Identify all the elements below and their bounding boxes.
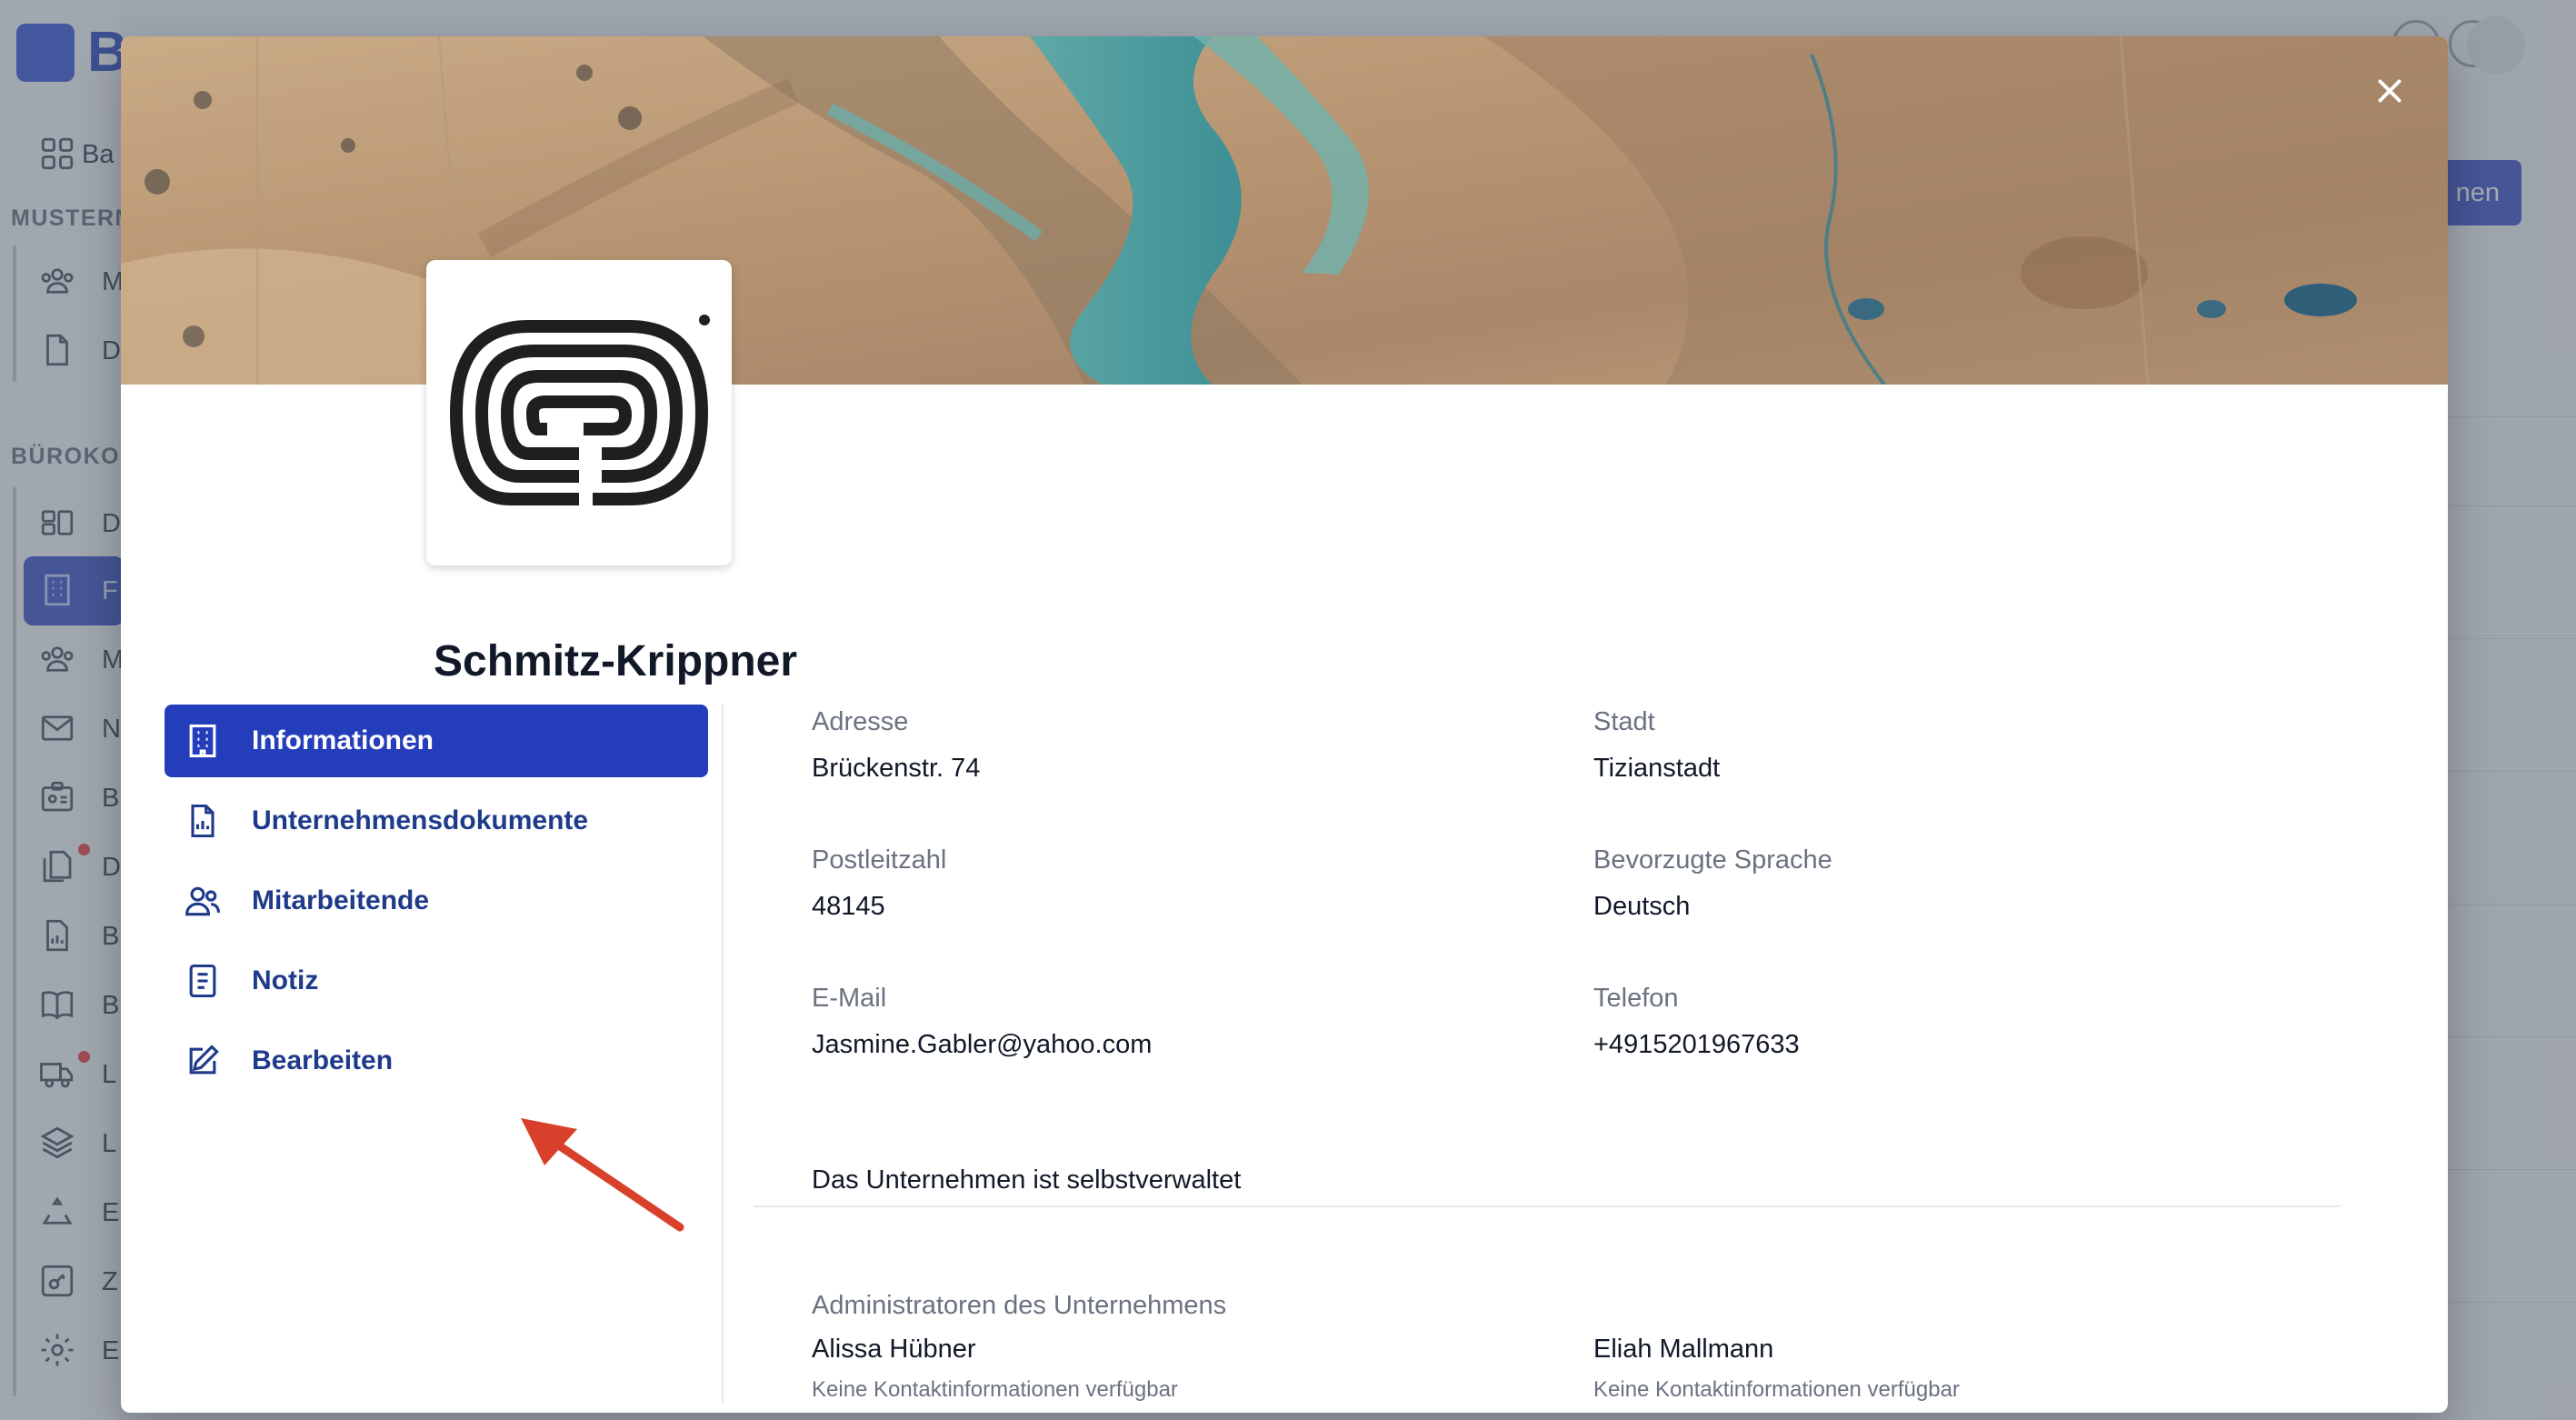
annotation-arrow-icon [521, 1118, 684, 1232]
field-value[interactable]: +4915201967633 [1593, 1030, 1800, 1060]
field-label: Bevorzugte Sprache [1593, 845, 1832, 875]
field-value: 48145 [812, 892, 885, 921]
tab-label: Bearbeiten [252, 1045, 394, 1075]
admins-heading: Administratoren des Unternehmens [812, 1291, 1227, 1320]
self-managed-note: Das Unternehmen ist selbstverwaltet [812, 1165, 1242, 1195]
admin-entry: Eliah Mallmann Keine Kontaktinformatione… [1593, 1335, 1960, 1403]
postal-code-field: Postleitzahl 48145 [812, 845, 946, 922]
address-field: Adresse Brückenstr. 74 [812, 707, 980, 784]
field-label: Adresse [812, 707, 909, 736]
edit-icon [183, 1041, 223, 1081]
page-title: Schmitz-Krippner [434, 637, 798, 685]
field-label: Postleitzahl [812, 845, 947, 875]
tab-label: Mitarbeitende [252, 885, 430, 915]
admin-entry: Alissa Hübner Keine Kontaktinformationen… [812, 1335, 1178, 1403]
tab-label: Unternehmensdokumente [252, 805, 589, 835]
vertical-divider [722, 705, 724, 1403]
building-icon [183, 721, 223, 761]
close-button[interactable] [2364, 65, 2415, 116]
note-icon [183, 961, 223, 1001]
field-value[interactable]: Jasmine.Gabler@yahoo.com [812, 1030, 1152, 1060]
field-label: Stadt [1593, 707, 1655, 736]
company-logo [426, 260, 732, 565]
admin-name: Alissa Hübner [812, 1335, 976, 1364]
city-field: Stadt Tizianstadt [1593, 707, 1720, 784]
document-icon [183, 801, 223, 841]
admin-contact: Keine Kontaktinformationen verfügbar [1593, 1377, 1960, 1402]
field-value: Tizianstadt [1593, 754, 1721, 783]
users-icon [183, 881, 223, 921]
tab-informationen[interactable]: Informationen [165, 705, 708, 777]
tab-mitarbeitende[interactable]: Mitarbeitende [165, 865, 708, 937]
tab-unternehmensdokumente[interactable]: Unternehmensdokumente [165, 785, 708, 857]
close-icon [2378, 79, 2401, 103]
field-value: Deutsch [1593, 892, 1691, 921]
phone-field: Telefon +4915201967633 [1593, 984, 1800, 1060]
field-label: E-Mail [812, 984, 887, 1013]
field-value: Brückenstr. 74 [812, 754, 981, 783]
field-label: Telefon [1593, 984, 1679, 1013]
detail-side-nav: Informationen Unternehmensdokumente Mita… [165, 705, 708, 1105]
tab-bearbeiten[interactable]: Bearbeiten [165, 1025, 708, 1097]
tab-notiz[interactable]: Notiz [165, 945, 708, 1017]
section-divider [754, 1205, 2341, 1207]
company-detail-modal: Schmitz-Krippner Informationen Unternehm… [121, 36, 2448, 1413]
language-field: Bevorzugte Sprache Deutsch [1593, 845, 1832, 922]
admin-contact: Keine Kontaktinformationen verfügbar [812, 1377, 1178, 1402]
email-field: E-Mail Jasmine.Gabler@yahoo.com [812, 984, 1152, 1060]
tab-label: Informationen [252, 725, 434, 755]
admin-name: Eliah Mallmann [1593, 1335, 1774, 1364]
tab-label: Notiz [252, 965, 319, 995]
